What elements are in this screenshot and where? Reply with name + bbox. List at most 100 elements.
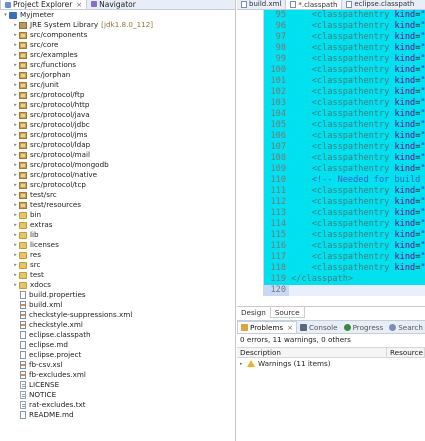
tree-item[interactable]: ▸ src/protocol/mail <box>0 150 235 160</box>
code-text: <classpathentry kind="lib" p <box>289 76 425 87</box>
expand-arrow-icon[interactable]: ▸ <box>12 40 19 50</box>
collapse-arrow-icon[interactable]: ▾ <box>2 10 9 20</box>
tree-item[interactable]: ▸ xdocs <box>0 280 235 290</box>
tree-item[interactable]: ▸ licenses <box>0 240 235 250</box>
tab-problems[interactable]: Problems × <box>237 321 298 333</box>
tab-source[interactable]: Source <box>269 307 305 318</box>
tree-item[interactable]: NOTICE <box>0 390 235 400</box>
tree-item[interactable]: ▸ src/protocol/java <box>0 110 235 120</box>
expand-arrow-icon[interactable]: ▸ <box>12 130 19 140</box>
tree-item[interactable]: LICENSE <box>0 380 235 390</box>
tab-label: Project Explorer <box>13 0 73 9</box>
expand-arrow-icon[interactable]: ▸ <box>12 200 19 210</box>
expand-arrow-icon[interactable]: ▸ <box>12 70 19 80</box>
expand-arrow-icon[interactable]: ▸ <box>12 80 19 90</box>
expand-arrow-icon[interactable]: ▸ <box>12 230 19 240</box>
tree-item[interactable]: ▸ src/examples <box>0 50 235 60</box>
library-icon <box>19 21 27 29</box>
expand-arrow-icon[interactable]: ▸ <box>12 20 19 30</box>
tree-item[interactable]: ▸ src/jorphan <box>0 70 235 80</box>
tree-item[interactable]: eclipse.project <box>0 350 235 360</box>
expand-arrow-icon[interactable]: ▸ <box>12 50 19 60</box>
close-icon[interactable]: × <box>76 1 82 9</box>
expand-arrow-icon[interactable]: ▸ <box>12 100 19 110</box>
tree-item[interactable]: eclipse.md <box>0 340 235 350</box>
column-header-description[interactable]: Description <box>237 348 387 357</box>
code-text: <classpathentry kind="lib" p <box>289 21 425 32</box>
editor-tab[interactable]: *.classpath <box>285 0 343 9</box>
expand-arrow-icon[interactable]: ▸ <box>12 60 19 70</box>
tree-item[interactable]: checkstyle.xml <box>0 320 235 330</box>
expand-arrow-icon[interactable]: ▸ <box>12 190 19 200</box>
expand-arrow-icon[interactable]: ▸ <box>12 160 19 170</box>
expand-arrow-icon[interactable]: ▸ <box>12 220 19 230</box>
expand-arrow-icon[interactable]: ▸ <box>12 180 19 190</box>
project-node[interactable]: ▾ Myjmeter <box>0 10 235 20</box>
navigator-icon <box>91 1 98 7</box>
tree-item[interactable]: ▸ extras <box>0 220 235 230</box>
tab-project-explorer[interactable]: Project Explorer × <box>0 0 88 9</box>
expand-arrow-icon[interactable]: ▸ <box>12 150 19 160</box>
expand-arrow-icon[interactable]: ▸ <box>12 280 19 290</box>
tab-search[interactable]: Search <box>386 321 425 333</box>
editor-tab[interactable]: build.xml <box>237 0 285 9</box>
expand-arrow-icon[interactable]: ▸ <box>12 90 19 100</box>
tree-item[interactable]: ▸ src/protocol/jms <box>0 130 235 140</box>
tree-item[interactable]: ▸ src/protocol/jdbc <box>0 120 235 130</box>
tree-item[interactable]: rat-excludes.txt <box>0 400 235 410</box>
tree-item[interactable]: ▸ src <box>0 260 235 270</box>
expand-arrow-icon[interactable]: ▸ <box>12 270 19 280</box>
line-number: 110 <box>264 175 289 186</box>
warnings-group-row[interactable]: ▸ Warnings (11 items) <box>237 358 425 369</box>
editor-gutter <box>237 54 264 65</box>
line-number: 109 <box>264 164 289 175</box>
expand-arrow-icon[interactable]: ▸ <box>12 110 19 120</box>
tree-item[interactable]: eclipse.classpath <box>0 330 235 340</box>
tree-item[interactable]: README.md <box>0 410 235 420</box>
tree-item[interactable]: ▸ JRE System Library [jdk1.8.0_112] <box>0 20 235 30</box>
tree-item[interactable]: ▸ src/core <box>0 40 235 50</box>
tree-item[interactable]: fb-csv.xsl <box>0 360 235 370</box>
expand-arrow-icon[interactable]: ▸ <box>12 170 19 180</box>
expand-arrow-icon[interactable]: ▸ <box>12 120 19 130</box>
tree-item[interactable]: ▸ src/components <box>0 30 235 40</box>
tree-item[interactable]: ▸ src/protocol/native <box>0 170 235 180</box>
expand-arrow-icon[interactable]: ▸ <box>12 260 19 270</box>
tree-item[interactable]: ▸ src/protocol/ldap <box>0 140 235 150</box>
source-editor[interactable]: 95 <classpathentry kind="lib" p96 <class… <box>237 10 425 296</box>
tree-item[interactable]: checkstyle-suppressions.xml <box>0 310 235 320</box>
tree-item[interactable]: fb-excludes.xml <box>0 370 235 380</box>
expand-arrow-icon[interactable]: ▸ <box>12 250 19 260</box>
tree-item[interactable]: ▸ src/junit <box>0 80 235 90</box>
tree-item[interactable]: ▸ src/protocol/mongodb <box>0 160 235 170</box>
column-header-resource[interactable]: Resource <box>387 348 425 357</box>
expand-arrow-icon[interactable]: ▸ <box>12 210 19 220</box>
tree-item[interactable]: build.properties <box>0 290 235 300</box>
tree-item[interactable]: ▸ lib <box>0 230 235 240</box>
close-icon[interactable]: × <box>287 324 293 332</box>
expand-arrow-icon[interactable]: ▸ <box>12 30 19 40</box>
tree-item[interactable]: ▸ src/protocol/tcp <box>0 180 235 190</box>
tab-console[interactable]: Console <box>297 321 341 333</box>
expand-arrow-icon[interactable]: ▸ <box>12 240 19 250</box>
tree-item[interactable]: ▸ bin <box>0 210 235 220</box>
tree-item[interactable]: ▸ res <box>0 250 235 260</box>
code-text: <classpathentry kind="lib" p <box>289 131 425 142</box>
tree-item[interactable]: ▸ src/protocol/ftp <box>0 90 235 100</box>
tree-item[interactable]: build.xml <box>0 300 235 310</box>
tab-progress[interactable]: Progress <box>341 321 387 333</box>
tree-item[interactable]: ▸ src/protocol/http <box>0 100 235 110</box>
tree-item[interactable]: ▸ test/src <box>0 190 235 200</box>
tab-navigator[interactable]: Navigator <box>87 0 140 9</box>
tree-item[interactable]: ▸ test/resources <box>0 200 235 210</box>
bottom-tab-strip: Problems × Console Progress Search <box>237 321 425 334</box>
tree-item[interactable]: ▸ src/functions <box>0 60 235 70</box>
editor-tab[interactable]: eclipse.classpath <box>342 0 418 9</box>
expand-arrow-icon[interactable]: ▸ <box>12 140 19 150</box>
tab-design[interactable]: Design <box>237 307 270 318</box>
expand-arrow-icon[interactable]: ▸ <box>240 361 247 367</box>
tree-item[interactable]: ▸ test <box>0 270 235 280</box>
line-number: 106 <box>264 131 289 142</box>
